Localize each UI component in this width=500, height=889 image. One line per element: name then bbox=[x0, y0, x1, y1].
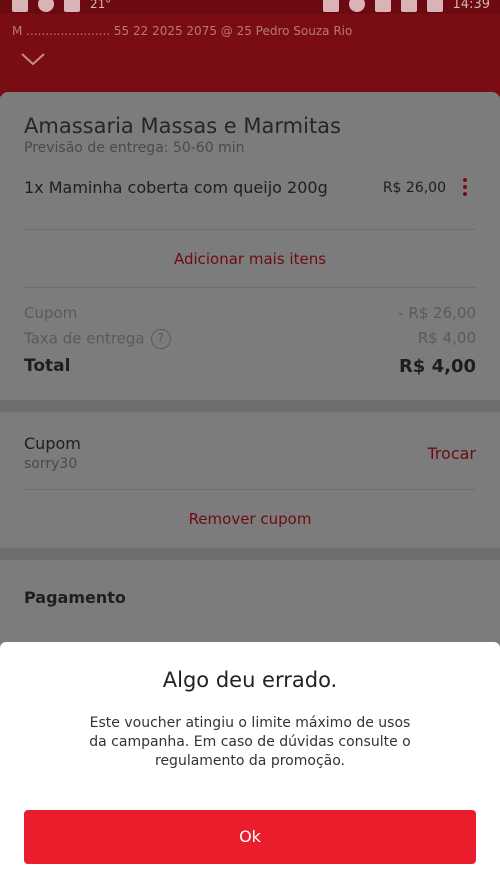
clock: 14:39 bbox=[452, 0, 490, 12]
delivery-fee-value: R$ 4,00 bbox=[417, 329, 476, 347]
coupon-discount-value: - R$ 26,00 bbox=[398, 304, 476, 322]
wifi-icon bbox=[374, 0, 391, 12]
delivery-fee-row: Taxa de entrega? R$ 4,00 bbox=[24, 329, 476, 354]
ok-button[interactable]: Ok bbox=[24, 810, 476, 864]
status-bar: 21° 14:39 bbox=[0, 0, 500, 14]
section-divider bbox=[0, 548, 500, 560]
coupon-title: Cupom bbox=[24, 434, 81, 453]
delivery-eta: Previsão de entrega: 50-60 min bbox=[24, 140, 245, 156]
phone-icon bbox=[322, 0, 339, 12]
item-name: 1x Maminha coberta com queijo 200g bbox=[24, 178, 328, 197]
remove-coupon-button[interactable]: Remover cupom bbox=[0, 490, 500, 548]
total-row: Total R$ 4,00 bbox=[24, 356, 476, 384]
dialog-title: Algo deu errado. bbox=[162, 668, 338, 692]
section-divider bbox=[0, 400, 500, 412]
notification-line: M ...................... 55 22 2025 2075… bbox=[12, 24, 353, 38]
dialog-message: Este voucher atingiu o limite máximo de … bbox=[89, 715, 411, 769]
totals-summary: Cupom - R$ 26,00 Taxa de entrega? R$ 4,0… bbox=[0, 288, 500, 400]
coupon-section: Cupom sorry30 Trocar bbox=[24, 412, 476, 490]
swap-coupon-button[interactable]: Trocar bbox=[427, 444, 476, 463]
signal-icon bbox=[400, 0, 417, 12]
alarm-icon bbox=[348, 0, 365, 12]
battery-icon bbox=[426, 0, 443, 12]
restaurant-header: Amassaria Massas e Marmitas Previsão de … bbox=[0, 92, 500, 156]
top-bar: M ...................... 55 22 2025 2075… bbox=[0, 14, 500, 96]
total-value: R$ 4,00 bbox=[398, 356, 476, 377]
facebook-icon bbox=[12, 0, 28, 12]
more-options-icon[interactable] bbox=[462, 178, 468, 200]
total-label: Total bbox=[24, 356, 71, 376]
temperature: 21° bbox=[90, 0, 112, 11]
delivery-fee-label: Taxa de entrega bbox=[24, 329, 145, 348]
image-icon bbox=[64, 0, 80, 12]
coupon-discount-label: Cupom bbox=[24, 304, 78, 322]
error-dialog: Algo deu errado. Este voucher atingiu o … bbox=[0, 642, 500, 889]
restaurant-name: Amassaria Massas e Marmitas bbox=[24, 114, 341, 138]
chevron-down-icon[interactable] bbox=[20, 52, 46, 66]
coupon-code: sorry30 bbox=[24, 456, 78, 472]
order-item: 1x Maminha coberta com queijo 200g R$ 26… bbox=[24, 178, 476, 230]
help-icon[interactable]: ? bbox=[150, 329, 171, 349]
payment-title: Pagamento bbox=[24, 588, 126, 607]
add-more-items-button[interactable]: Adicionar mais itens bbox=[24, 230, 476, 288]
whatsapp-icon bbox=[38, 0, 54, 12]
item-price: R$ 26,00 bbox=[382, 180, 446, 196]
coupon-discount-row: Cupom - R$ 26,00 bbox=[24, 304, 476, 329]
